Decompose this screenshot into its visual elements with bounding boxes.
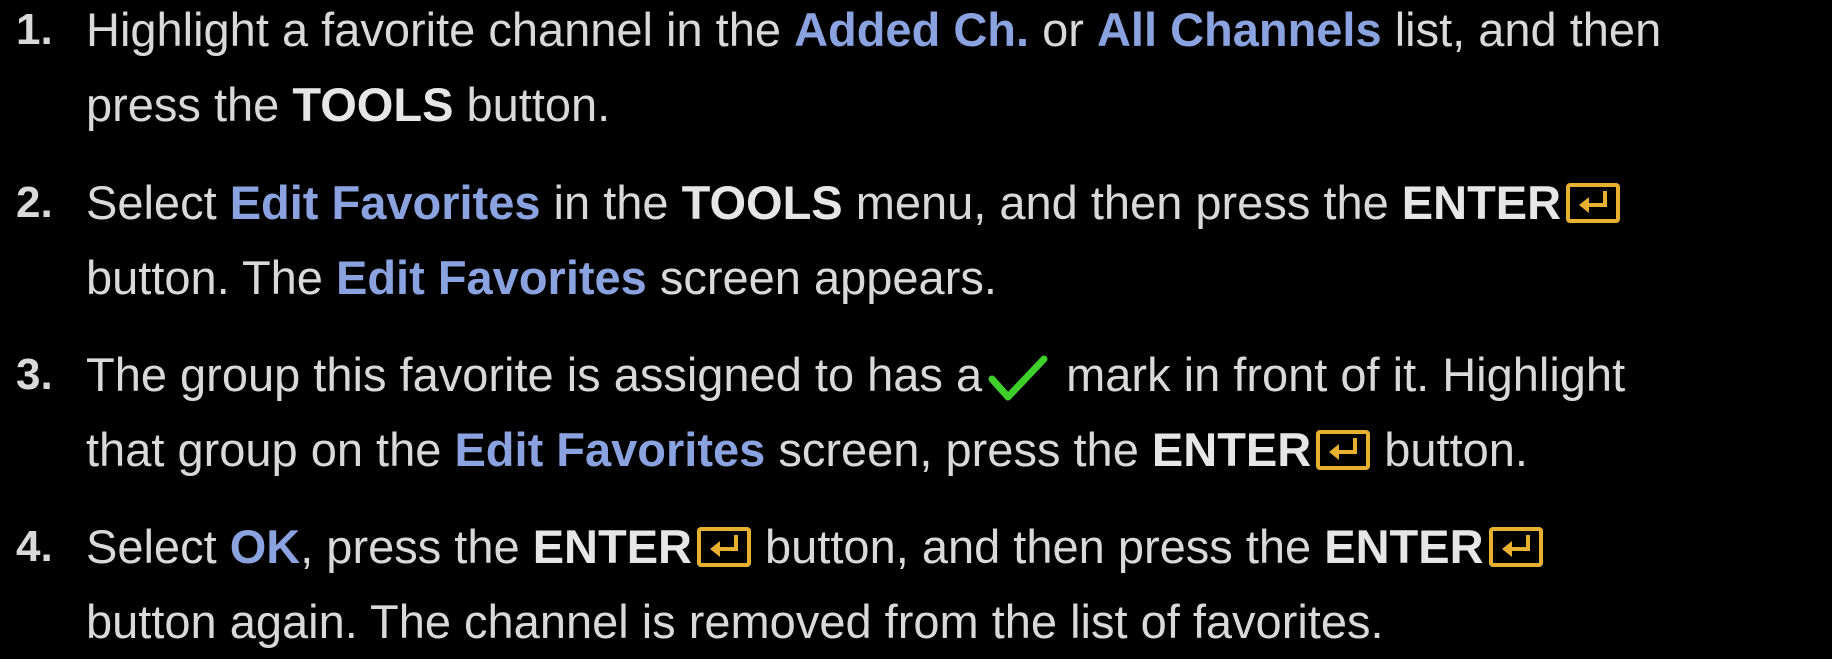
edit-favorites-label: Edit Favorites [336, 251, 647, 304]
edit-favorites-label: Edit Favorites [454, 423, 766, 476]
step-line: Select Edit Favorites in the TOOLS menu,… [86, 165, 1826, 240]
enter-key-icon [1566, 183, 1621, 223]
text-segment: or [1029, 3, 1097, 56]
text-segment: press the [86, 78, 293, 131]
text-segment: screen, press the [765, 423, 1152, 476]
text-segment: that group on the [86, 423, 455, 476]
enter-key-icon [696, 527, 751, 567]
step-number: 4. [16, 522, 53, 571]
text-segment: button. [1371, 423, 1528, 476]
enter-label: ENTER [1151, 423, 1312, 476]
added-ch-label: Added Ch. [794, 3, 1030, 56]
step-line: press the TOOLS button. [86, 67, 1826, 142]
text-segment: menu, and then press the [842, 176, 1402, 229]
step-text: Highlight a favorite channel in the Adde… [86, 0, 1826, 142]
text-segment: , press the [300, 520, 533, 573]
enter-key-icon [1316, 430, 1371, 470]
all-channels-label: All Channels [1096, 3, 1382, 56]
enter-label: ENTER [1401, 176, 1562, 229]
text-segment: Select [86, 520, 230, 573]
step-text: Select Edit Favorites in the TOOLS menu,… [86, 165, 1826, 315]
step-line: Select OK, press the ENTER button, and t… [86, 509, 1826, 584]
text-segment: Select [86, 176, 230, 229]
step-line: button again. The channel is removed fro… [86, 584, 1826, 659]
text-segment: mark in front of it. Highlight [1066, 348, 1626, 401]
step-line: that group on the Edit Favorites screen,… [86, 412, 1826, 487]
text-segment: button. [453, 78, 611, 131]
text-segment: button. The [86, 251, 336, 304]
text-segment: list, and then [1381, 3, 1662, 56]
text-segment: button, and then press the [751, 520, 1325, 573]
checkmark-icon [988, 355, 1048, 401]
text-segment: screen appears. [646, 251, 997, 304]
text-segment: The group this favorite is assigned to h… [86, 348, 983, 401]
step-number: 3. [16, 350, 53, 399]
enter-key-icon [1488, 527, 1543, 567]
text-segment: in the [540, 176, 682, 229]
step-number: 1. [16, 5, 53, 54]
enter-label: ENTER [532, 520, 692, 573]
step-text: Select OK, press the ENTER button, and t… [86, 509, 1826, 659]
step-number: 2. [16, 178, 53, 227]
enter-label: ENTER [1324, 520, 1484, 573]
step-line: button. The Edit Favorites screen appear… [86, 240, 1826, 315]
edit-favorites-label: Edit Favorites [229, 176, 541, 229]
step-text: The group this favorite is assigned to h… [86, 337, 1826, 487]
step-line: Highlight a favorite channel in the Adde… [86, 0, 1826, 67]
tools-label: TOOLS [292, 78, 454, 131]
tools-label: TOOLS [681, 176, 843, 229]
text-segment: button again. The channel is removed fro… [86, 595, 1384, 648]
text-segment: Highlight a favorite channel in the [86, 3, 795, 56]
ok-label: OK [229, 520, 301, 573]
step-line: The group this favorite is assigned to h… [86, 337, 1826, 412]
